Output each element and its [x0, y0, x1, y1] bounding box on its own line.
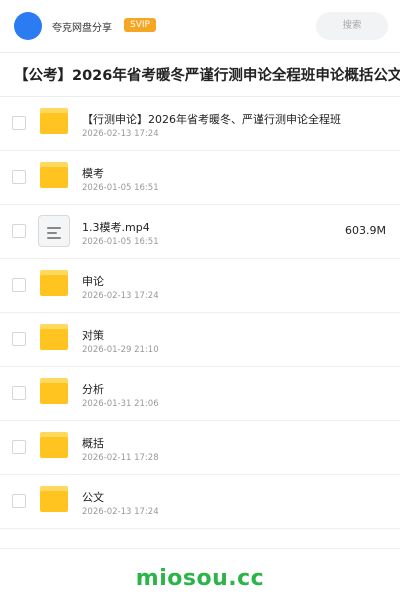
item-date: 2026-02-13 17:24 — [82, 507, 159, 517]
item-date: 2026-01-29 21:10 — [82, 345, 159, 355]
folder-icon — [40, 378, 68, 404]
header-divider — [0, 52, 400, 53]
list-item[interactable]: 模考 2026-01-05 16:51 — [0, 151, 400, 205]
item-size: 603.9M — [345, 224, 386, 237]
folder-icon — [40, 324, 68, 350]
folder-icon — [40, 270, 68, 296]
item-name: 概括 — [82, 437, 104, 450]
folder-icon — [40, 108, 68, 134]
search-input[interactable]: 搜索 — [316, 12, 388, 40]
list-item[interactable]: 公文 2026-02-13 17:24 — [0, 475, 400, 529]
row-checkbox[interactable] — [12, 440, 26, 454]
list-item[interactable]: 【行测申论】2026年省考暖冬、严谨行测申论全程班 2026-02-13 17:… — [0, 97, 400, 151]
item-date: 2026-01-05 16:51 — [82, 237, 159, 247]
item-date: 2026-02-11 17:28 — [82, 453, 159, 463]
item-name: 【行测申论】2026年省考暖冬、严谨行测申论全程班 — [82, 113, 341, 126]
item-date: 2026-01-31 21:06 — [82, 399, 159, 409]
list-item[interactable]: 分析 2026-01-31 21:06 — [0, 367, 400, 421]
row-checkbox[interactable] — [12, 278, 26, 292]
item-name: 公文 — [82, 491, 104, 504]
header-bar: 夸克网盘分享 SVIP 搜索 — [0, 0, 400, 52]
item-date: 2026-01-05 16:51 — [82, 183, 159, 193]
row-checkbox[interactable] — [12, 116, 26, 130]
row-checkbox[interactable] — [12, 494, 26, 508]
item-date: 2026-02-13 17:24 — [82, 129, 159, 139]
item-name: 申论 — [82, 275, 104, 288]
folder-icon — [40, 486, 68, 512]
page-title: 【公考】2026年省考暖冬严谨行测申论全程班申论概括公文 — [14, 68, 400, 84]
list-item[interactable]: 对策 2026-01-29 21:10 — [0, 313, 400, 367]
item-name: 模考 — [82, 167, 104, 180]
item-name: 对策 — [82, 329, 104, 342]
row-checkbox[interactable] — [12, 332, 26, 346]
item-name: 1.3模考.mp4 — [82, 221, 150, 234]
folder-icon — [40, 162, 68, 188]
list-item[interactable]: 概括 2026-02-11 17:28 — [0, 421, 400, 475]
avatar[interactable] — [14, 12, 42, 40]
row-checkbox[interactable] — [12, 386, 26, 400]
list-item[interactable]: 申论 2026-02-13 17:24 — [0, 259, 400, 313]
item-date: 2026-02-13 17:24 — [82, 291, 159, 301]
video-file-icon — [38, 215, 70, 247]
watermark: miosou.cc — [135, 566, 265, 591]
row-checkbox[interactable] — [12, 224, 26, 238]
item-name: 分析 — [82, 383, 104, 396]
svip-badge: SVIP — [124, 18, 156, 32]
folder-icon — [40, 432, 68, 458]
file-list: 【行测申论】2026年省考暖冬、严谨行测申论全程班 2026-02-13 17:… — [0, 97, 400, 529]
row-checkbox[interactable] — [12, 170, 26, 184]
list-item[interactable]: 1.3模考.mp4 2026-01-05 16:51 603.9M — [0, 205, 400, 259]
brand-label: 夸克网盘分享 — [52, 23, 112, 34]
